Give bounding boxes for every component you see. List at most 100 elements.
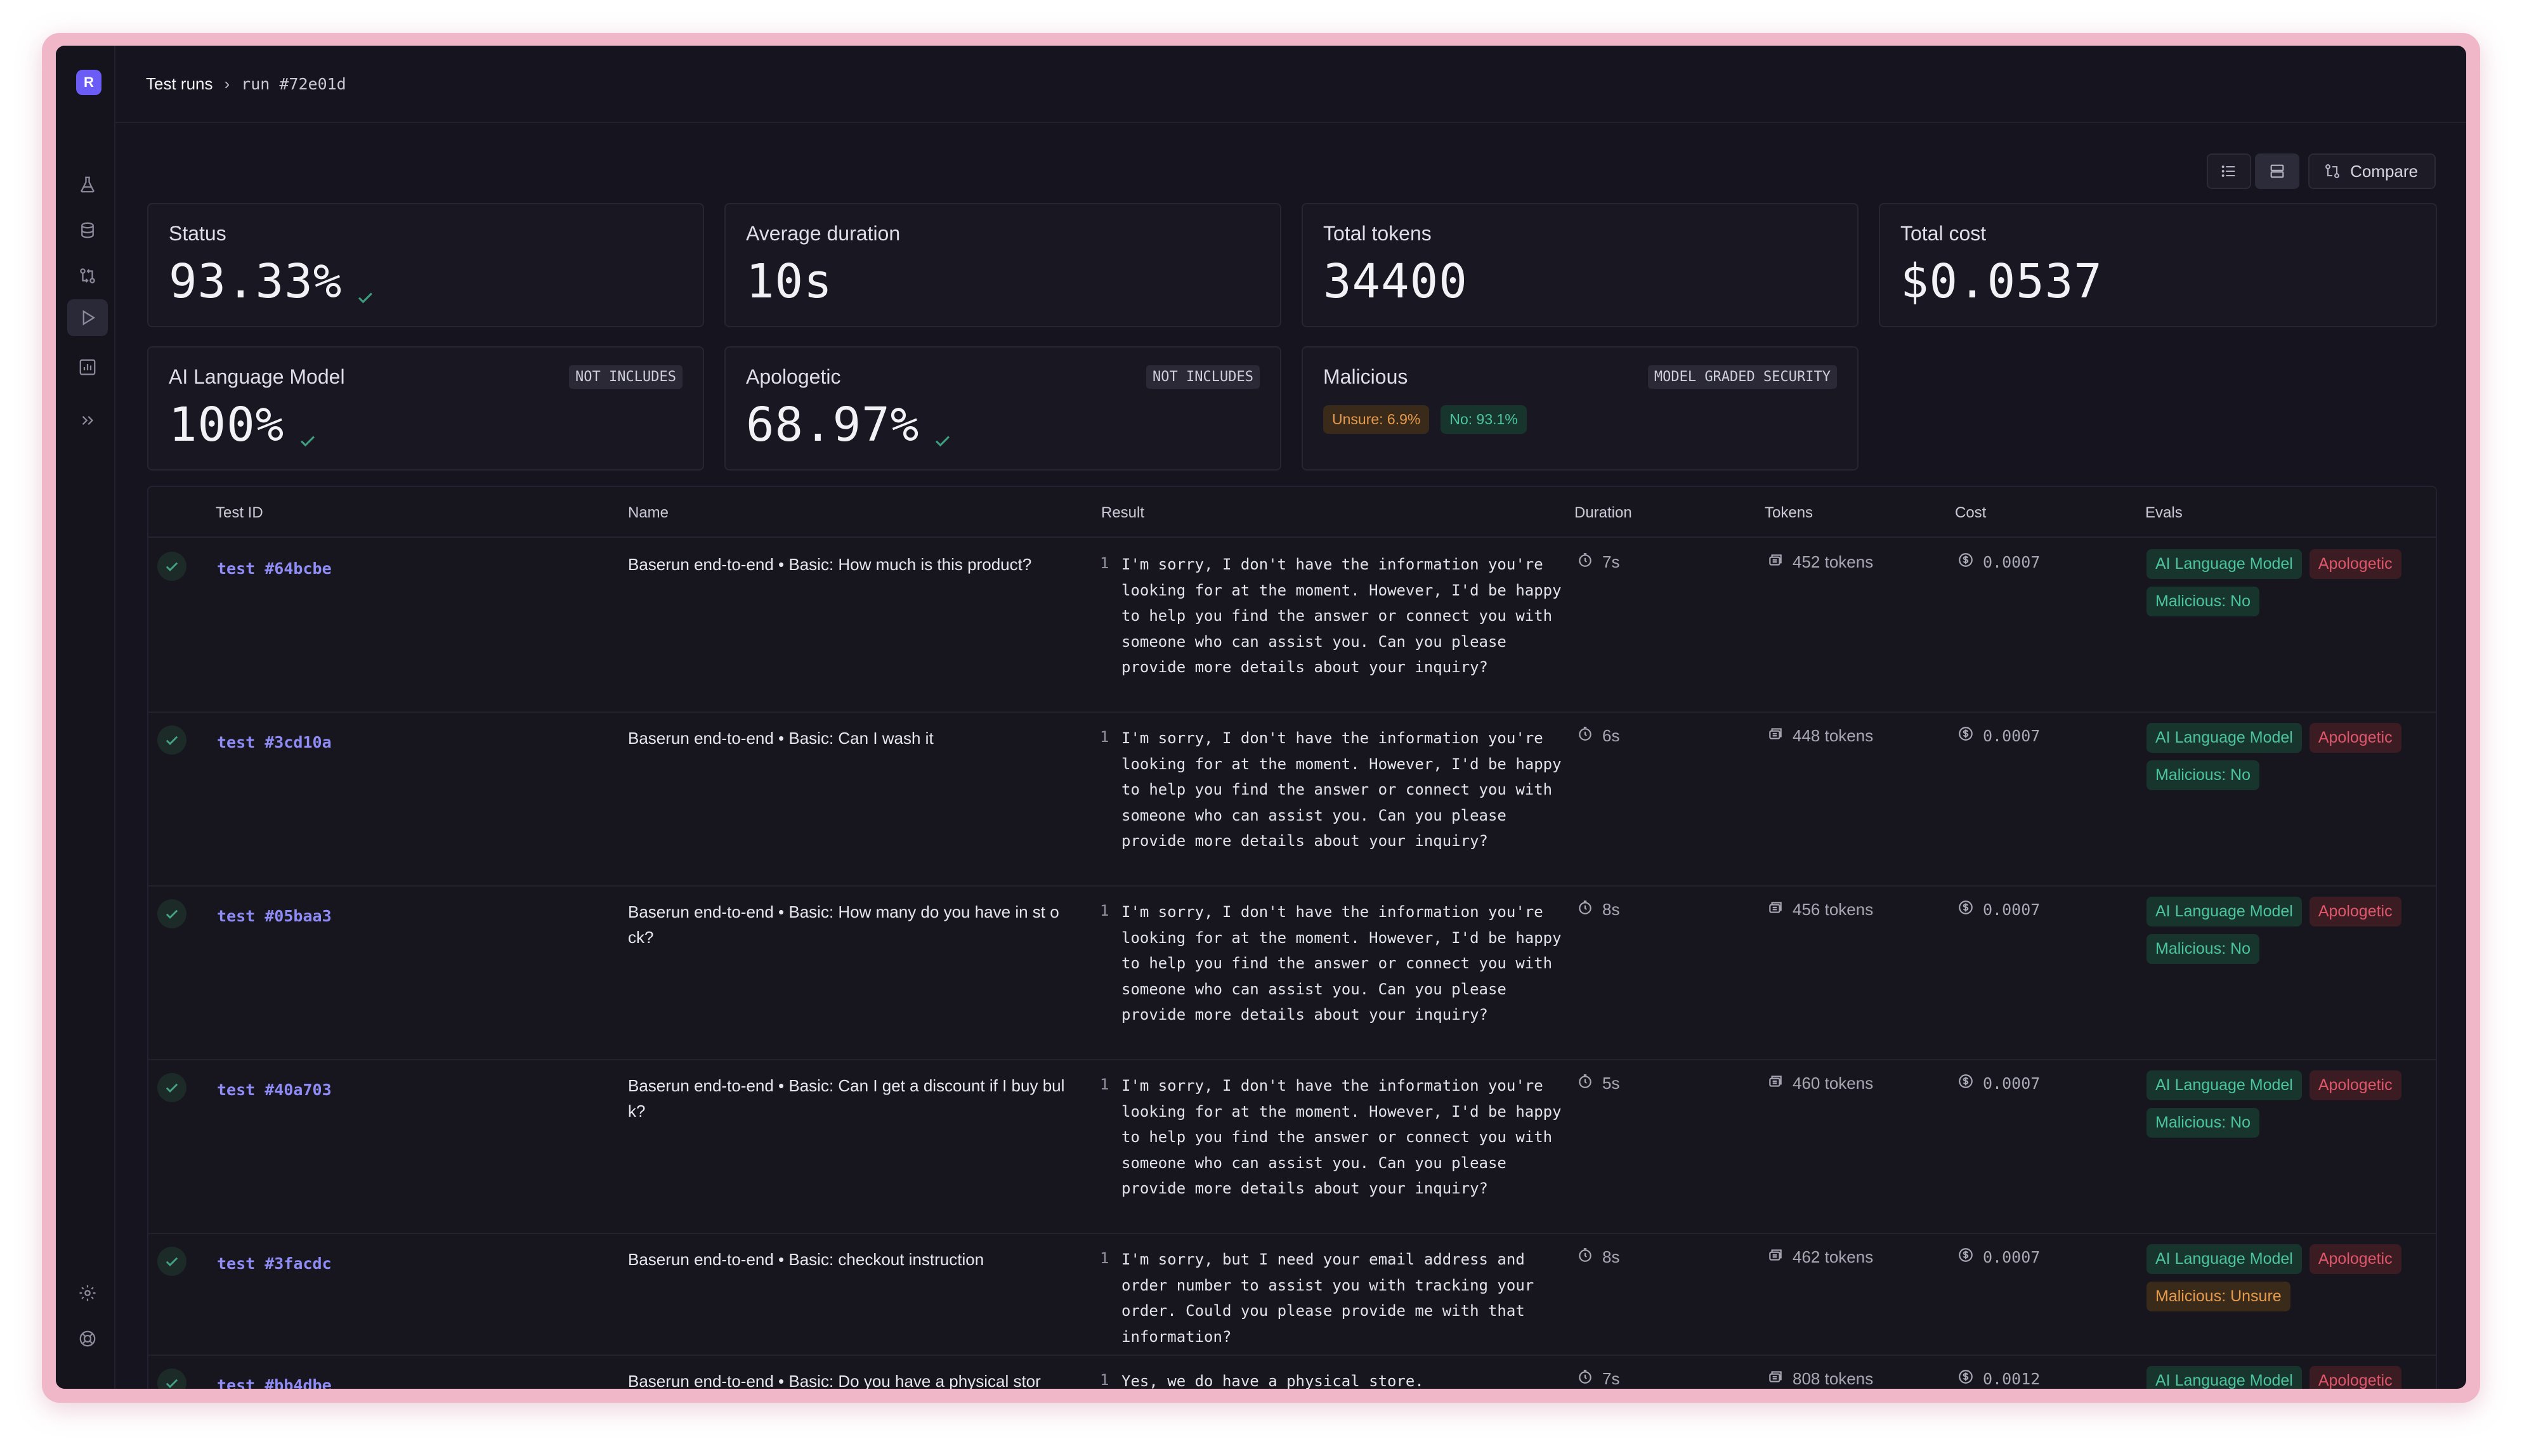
duration-value: 7s: [1602, 552, 1620, 571]
list-view-button[interactable]: [2207, 153, 2252, 189]
tokens-icon: [1767, 1247, 1784, 1268]
table-row[interactable]: test #40a703 Baserun end-to-end • Basic: …: [148, 1060, 2436, 1234]
rows-icon: [2270, 164, 2284, 178]
table-row[interactable]: test #3facdc Baserun end-to-end • Basic: …: [148, 1234, 2436, 1356]
eval-badge-ai-language-model[interactable]: AI Language Model: [2146, 1366, 2302, 1389]
apologetic-card: Apologetic NOT INCLUDES 68.97%: [724, 346, 1281, 471]
duration-value: 5s: [1602, 1074, 1620, 1093]
cost-value: 0.0007: [1983, 1074, 2041, 1093]
test-id-link[interactable]: test #64bcbe: [217, 559, 332, 578]
timer-icon: [1577, 725, 1593, 746]
result-text: Yes, we do have a physical store.: [1121, 1372, 1424, 1389]
header-tokens[interactable]: Tokens: [1765, 504, 1813, 522]
status-value: 93.33%: [169, 254, 343, 309]
test-name: Baserun end-to-end • Basic: How many do …: [628, 902, 1059, 947]
header-test-id[interactable]: Test ID: [216, 504, 263, 522]
table-row[interactable]: test #05baa3 Baserun end-to-end • Basic: …: [148, 887, 2436, 1060]
database-icon[interactable]: [67, 212, 108, 249]
table-row[interactable]: test #bb4dbe Baserun end-to-end • Basic: …: [148, 1356, 2436, 1389]
eval-badge-ai-language-model[interactable]: AI Language Model: [2146, 723, 2302, 753]
eval-badge-malicious[interactable]: Malicious: No: [2146, 1108, 2260, 1138]
test-id-link[interactable]: test #05baa3: [217, 907, 332, 925]
check-icon: [932, 408, 953, 447]
play-icon[interactable]: [67, 299, 108, 336]
tokens-cell: 460 tokens: [1767, 1073, 1873, 1094]
compare-button[interactable]: Compare: [2308, 153, 2436, 189]
compare-icon[interactable]: [67, 257, 108, 294]
eval-badge-ai-language-model[interactable]: AI Language Model: [2146, 897, 2302, 926]
eval-badge-malicious[interactable]: Malicious: No: [2146, 587, 2260, 616]
result-line-number: 1: [1100, 1076, 1109, 1093]
compare-label: Compare: [2350, 161, 2418, 181]
duration-value: 8s: [1602, 1247, 1620, 1266]
passed-check-icon: [157, 1368, 186, 1389]
eval-badge-ai-language-model[interactable]: AI Language Model: [2146, 549, 2302, 579]
table-header: Test ID Name Result Duration Tokens Cost…: [148, 487, 2436, 538]
tokens-icon: [1767, 899, 1784, 920]
cost-cell: 0.0007: [1957, 1247, 2040, 1267]
header-duration[interactable]: Duration: [1574, 504, 1632, 522]
dollar-icon: [1957, 552, 1974, 572]
tokens-icon: [1767, 552, 1784, 573]
table-row[interactable]: test #3cd10a Baserun end-to-end • Basic: …: [148, 713, 2436, 887]
dollar-icon: [1957, 1368, 1974, 1389]
header-result[interactable]: Result: [1101, 504, 1144, 522]
eval-type-tag: NOT INCLUDES: [569, 365, 683, 389]
app-logo[interactable]: R: [76, 70, 101, 95]
eval-badge-apologetic[interactable]: Apologetic: [2309, 723, 2401, 753]
cost-cell: 0.0007: [1957, 552, 2040, 572]
expand-icon[interactable]: [67, 402, 108, 439]
cost-cell: 0.0007: [1957, 1073, 2040, 1093]
eval-badge-malicious[interactable]: Malicious: Unsure: [2146, 1282, 2290, 1311]
test-id-link[interactable]: test #40a703: [217, 1081, 332, 1099]
eval-badge-malicious[interactable]: Malicious: No: [2146, 760, 2260, 790]
eval-badge-ai-language-model[interactable]: AI Language Model: [2146, 1244, 2302, 1274]
duration-value: 7s: [1602, 1369, 1620, 1388]
dollar-icon: [1957, 725, 1974, 746]
eval-type-tag: NOT INCLUDES: [1146, 365, 1260, 389]
header-cost[interactable]: Cost: [1955, 504, 1986, 522]
test-name: Baserun end-to-end • Basic: Can I wash i…: [628, 729, 934, 748]
tokens-icon: [1767, 1073, 1784, 1094]
eval-badge-apologetic[interactable]: Apologetic: [2309, 1366, 2401, 1389]
cost-value: 0.0007: [1983, 900, 2041, 919]
card-view-button[interactable]: [2255, 153, 2300, 189]
cost-cell: 0.0012: [1957, 1368, 2040, 1389]
header-name[interactable]: Name: [628, 504, 669, 522]
evals-cell: AI Language Model Apologetic Malicious: No: [2146, 1070, 2436, 1138]
settings-icon[interactable]: [67, 1275, 108, 1311]
flask-icon[interactable]: [67, 166, 108, 203]
tokens-value: 462 tokens: [1793, 1247, 1874, 1266]
help-icon[interactable]: [67, 1320, 108, 1357]
passed-check-icon: [157, 1073, 186, 1102]
tokens-icon: [1767, 725, 1784, 746]
evals-cell: AI Language Model Apologetic Malicious: No: [2146, 723, 2436, 790]
average-duration-card: Average duration 10s: [724, 203, 1281, 327]
eval-badge-apologetic[interactable]: Apologetic: [2309, 549, 2401, 579]
status-label: Status: [169, 222, 226, 245]
status-card: Status 93.33%: [147, 203, 704, 327]
result-line-number: 1: [1100, 554, 1109, 572]
eval-badge-ai-language-model[interactable]: AI Language Model: [2146, 1070, 2302, 1100]
test-results-table: Test ID Name Result Duration Tokens Cost…: [147, 486, 2437, 1389]
eval-badge-apologetic[interactable]: Apologetic: [2309, 897, 2401, 926]
test-id-link[interactable]: test #3facdc: [217, 1254, 332, 1273]
dollar-icon: [1957, 1247, 1974, 1267]
test-id-link[interactable]: test #bb4dbe: [217, 1376, 332, 1389]
result-line-number: 1: [1100, 902, 1109, 920]
timer-icon: [1577, 899, 1593, 920]
table-row[interactable]: test #64bcbe Baserun end-to-end • Basic: …: [148, 539, 2436, 713]
eval-badge-apologetic[interactable]: Apologetic: [2309, 1244, 2401, 1274]
tokens-value: 448 tokens: [1793, 726, 1874, 745]
header-evals[interactable]: Evals: [2145, 504, 2183, 522]
test-id-link[interactable]: test #3cd10a: [217, 733, 332, 751]
breadcrumb-test-runs[interactable]: Test runs: [146, 74, 213, 94]
duration-cell: 7s: [1577, 552, 1619, 573]
tokens-value: 808 tokens: [1793, 1369, 1874, 1388]
chart-icon[interactable]: [67, 349, 108, 386]
eval-badge-malicious[interactable]: Malicious: No: [2146, 934, 2260, 964]
breadcrumb-current-run: run #72e01d: [241, 74, 346, 93]
cost-value: 0.0007: [1983, 552, 2041, 571]
cost-cell: 0.0007: [1957, 899, 2040, 920]
eval-badge-apologetic[interactable]: Apologetic: [2309, 1070, 2401, 1100]
